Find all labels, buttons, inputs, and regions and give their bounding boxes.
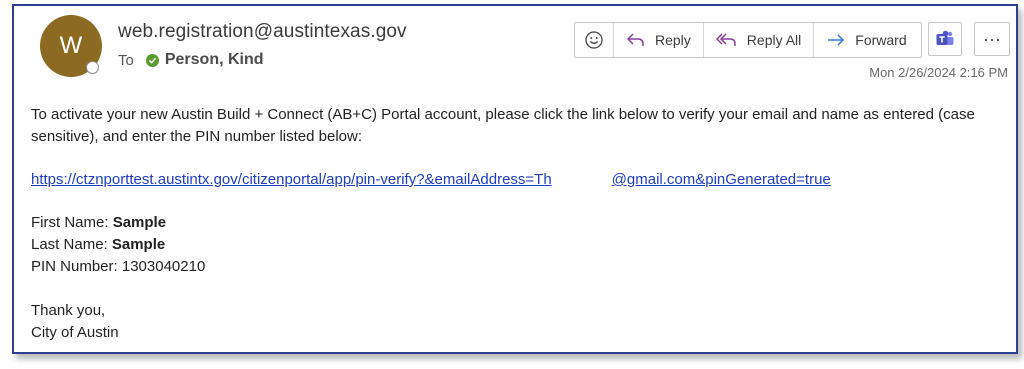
last-name-row: Last Name: Sample [31, 234, 1001, 256]
teams-share-button[interactable] [928, 22, 962, 56]
last-name-value: Sample [111, 236, 166, 253]
recipient-line: To Person, Kind [118, 50, 264, 70]
reply-all-arrow-icon [715, 33, 736, 46]
presence-status-icon [86, 61, 99, 74]
verification-link[interactable]: https://ctznporttest.austintx.gov/citize… [31, 169, 1001, 191]
reply-label: Reply [655, 32, 691, 48]
closing-text: Thank you, [31, 302, 106, 319]
more-actions-icon: ··· [983, 28, 1001, 49]
presence-available-icon [145, 53, 159, 67]
recipient-name[interactable]: Person, Kind [165, 51, 264, 69]
to-label: To [118, 51, 134, 69]
forward-arrow-icon [828, 34, 845, 46]
smiley-icon [585, 31, 603, 49]
verification-link-part2: @gmail.com&pinGenerated=true [611, 171, 831, 188]
signature-text: City of Austin [31, 324, 119, 341]
pin-label: PIN Number: [31, 258, 122, 275]
first-name-label: First Name: [31, 214, 113, 231]
sent-timestamp: Mon 2/26/2024 2:16 PM [869, 65, 1008, 80]
last-name-label: Last Name: [31, 236, 112, 253]
forward-button[interactable]: Forward [813, 23, 920, 57]
pin-value: 1303040210 [121, 258, 206, 275]
account-details: First Name: Sample Last Name: Sample PIN… [31, 212, 1001, 278]
avatar-initial: W [59, 32, 83, 59]
email-window: W web.registration@austintexas.gov To Pe… [12, 4, 1018, 354]
reply-arrow-icon [626, 33, 644, 46]
intro-paragraph: To activate your new Austin Build + Conn… [31, 106, 975, 145]
first-name-value: Sample [112, 214, 167, 231]
first-name-row: First Name: Sample [31, 212, 1001, 234]
pin-row: PIN Number: 1303040210 [31, 256, 1001, 278]
message-body: To activate your new Austin Build + Conn… [31, 104, 1001, 344]
forward-label: Forward [855, 32, 907, 48]
reply-all-label: Reply All [746, 32, 802, 48]
emoji-reaction-button[interactable] [575, 23, 613, 57]
teams-icon [936, 30, 954, 45]
verification-link-part1: https://ctznporttest.austintx.gov/citize… [31, 171, 552, 188]
reply-all-button[interactable]: Reply All [702, 23, 813, 57]
message-actions-toolbar: Reply Reply All Forward [574, 22, 922, 58]
closing-block: Thank you, City of Austin [31, 300, 1001, 344]
more-actions-button[interactable]: ··· [974, 22, 1010, 56]
reply-button[interactable]: Reply [613, 23, 703, 57]
sender-address[interactable]: web.registration@austintexas.gov [118, 21, 407, 43]
